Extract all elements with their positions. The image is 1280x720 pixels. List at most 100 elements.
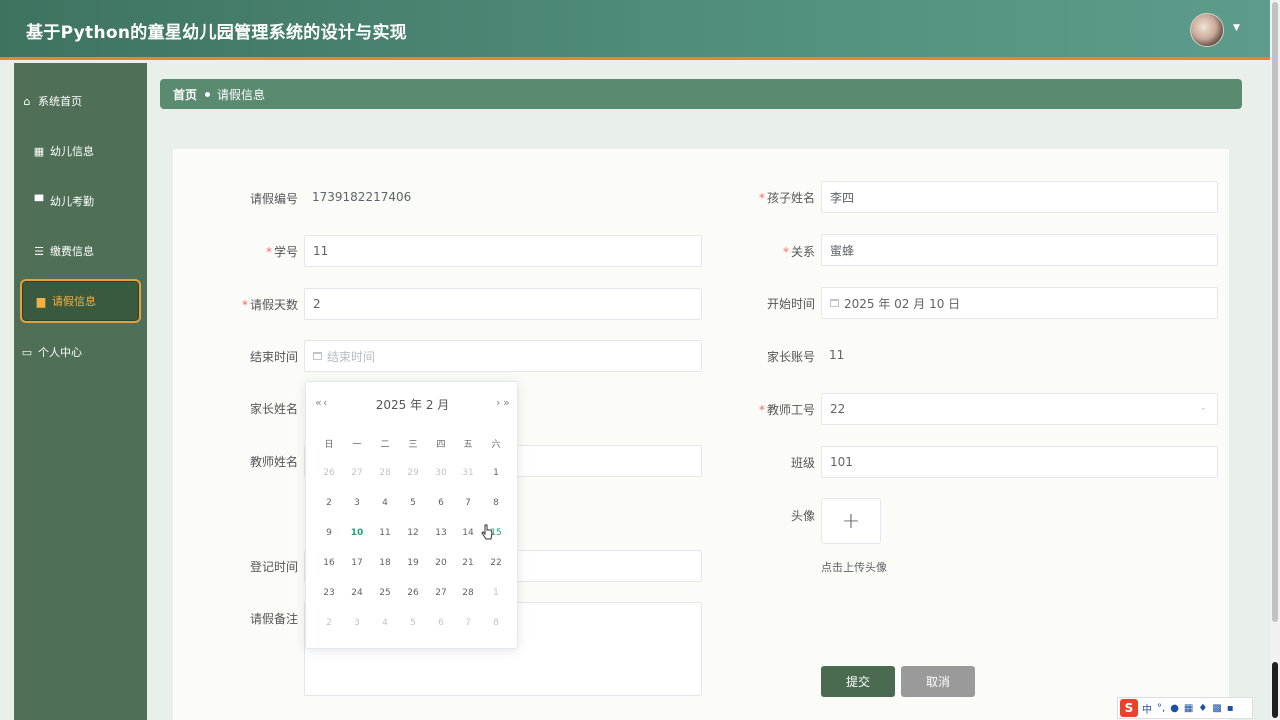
calendar-day[interactable]: 22	[482, 558, 510, 568]
breadcrumb-current: 请假信息	[217, 87, 266, 102]
calendar-day[interactable]: 3	[343, 498, 371, 508]
calendar-day[interactable]: 1	[482, 588, 510, 598]
calendar-day[interactable]: 8	[482, 618, 510, 628]
calendar-day[interactable]: 19	[399, 558, 427, 568]
sidebar-item-label: 个人中心	[38, 346, 82, 359]
calendar-day[interactable]: 1	[482, 468, 510, 478]
calendar-day[interactable]: 18	[371, 558, 399, 568]
toolbox-icon[interactable]: ▩	[1212, 703, 1221, 714]
calendar-day[interactable]: 6	[427, 498, 455, 508]
calendar-day[interactable]: 20	[427, 558, 455, 568]
calendar-day[interactable]: 8	[482, 498, 510, 508]
calendar-day[interactable]: 16	[315, 558, 343, 568]
calendar-day[interactable]: 12	[399, 528, 427, 538]
calendar-day[interactable]: 17	[343, 558, 371, 568]
date-picker-popup: « ‹ 2025 年 2 月 › » 日一二三四五六 26 27 28 29 30 31 1 2…	[305, 381, 518, 649]
end-time-picker[interactable]: 结束时间	[304, 340, 702, 372]
class-input[interactable]: 101	[821, 446, 1218, 478]
teacher-no-select[interactable]: 22 ⌄	[821, 393, 1218, 425]
calendar-day[interactable]: 27	[427, 588, 455, 598]
sidebar-item-payment[interactable]: ☰ 缴费信息	[20, 229, 141, 273]
next-year-button[interactable]: »	[503, 396, 510, 409]
teacher-no-label: * 教师工号	[705, 401, 815, 418]
avatar-upload-hint: 点击上传头像	[821, 561, 887, 574]
start-time-label-text: 开始时间	[766, 297, 815, 311]
calendar-day[interactable]: 23	[315, 588, 343, 598]
next-month-button[interactable]: ›	[496, 396, 500, 409]
required-mark: *	[758, 191, 765, 205]
punctuation-icon[interactable]: °,	[1157, 703, 1165, 714]
calendar-day[interactable]: 24	[343, 588, 371, 598]
calendar-day[interactable]: 28	[454, 588, 482, 598]
page-scrollbar[interactable]	[1270, 0, 1280, 720]
calendar-day[interactable]: 4	[371, 618, 399, 628]
calendar-day[interactable]: 28	[371, 468, 399, 478]
calendar-day[interactable]: 3	[343, 618, 371, 628]
calendar-day[interactable]: 7	[454, 498, 482, 508]
teacher-name-label: 教师姓名	[188, 453, 298, 470]
class-label: 班级	[705, 454, 815, 471]
calendar-day[interactable]: 6	[427, 618, 455, 628]
user-avatar[interactable]	[1190, 13, 1224, 47]
ime-mode[interactable]: 中	[1142, 701, 1152, 716]
weekday-header: 一	[352, 440, 362, 450]
chevron-down-icon: ⌄	[1199, 403, 1207, 413]
weekday-header: 三	[408, 440, 418, 450]
leave-no-label: 请假编号	[188, 190, 298, 207]
calendar-day[interactable]: 31	[454, 468, 482, 478]
calendar-day[interactable]: 26	[315, 468, 343, 478]
child-name-label-text: 孩子姓名	[766, 191, 815, 205]
top-header: 基于Python的童星幼儿园管理系统的设计与实现 ▼	[0, 0, 1270, 60]
relation-input[interactable]: 蜜蜂	[821, 234, 1218, 266]
student-no-label: * 学号	[188, 243, 298, 260]
sidebar-item-home[interactable]: ⌂ 系统首页	[20, 79, 141, 123]
child-name-label: * 孩子姓名	[705, 189, 815, 206]
calendar-day[interactable]: 5	[399, 618, 427, 628]
child-name-input[interactable]: 李四	[821, 181, 1218, 213]
sidebar-item-child-info[interactable]: ▦ 幼儿信息	[20, 129, 141, 173]
microphone-icon[interactable]: ●	[1170, 703, 1179, 714]
start-time-picker[interactable]: 2025 年 02 月 10 日	[821, 287, 1218, 319]
more-icon[interactable]: ▪	[1227, 703, 1234, 714]
calendar-day[interactable]: 21	[454, 558, 482, 568]
calendar-day[interactable]: 7	[454, 618, 482, 628]
skin-icon[interactable]: ♦	[1198, 703, 1207, 714]
calendar-day[interactable]: 11	[371, 528, 399, 538]
sidebar-item-leave[interactable]: ▆ 请假信息	[20, 279, 141, 323]
calendar-icon	[313, 352, 322, 360]
avatar-label: 头像	[705, 507, 815, 524]
calendar-day[interactable]: 14	[454, 528, 482, 538]
parent-name-label-text: 家长姓名	[249, 402, 298, 416]
calendar-day[interactable]: 25	[371, 588, 399, 598]
relation-label-text: 关系	[790, 245, 815, 259]
avatar-upload-button[interactable]: +	[821, 498, 881, 544]
keyboard-icon[interactable]: ▦	[1184, 703, 1193, 714]
sidebar-item-attendance[interactable]: ▀ 幼儿考勤	[20, 179, 141, 223]
calendar-day[interactable]: 26	[399, 588, 427, 598]
calendar-day[interactable]: 27	[343, 468, 371, 478]
required-mark: *	[782, 245, 789, 259]
calendar-day[interactable]: 30	[427, 468, 455, 478]
calendar-day[interactable]: 4	[371, 498, 399, 508]
calendar-day[interactable]: 2	[315, 498, 343, 508]
breadcrumb-home[interactable]: 首页	[173, 86, 197, 103]
calendar-day[interactable]: 29	[399, 468, 427, 478]
calendar-day[interactable]: 5	[399, 498, 427, 508]
teacher-no-value: 22	[830, 402, 846, 416]
cancel-button[interactable]: 取消	[901, 666, 975, 697]
calendar-day[interactable]: 10	[343, 528, 371, 538]
student-no-input[interactable]: 11	[304, 235, 702, 267]
remark-label-text: 请假备注	[249, 612, 298, 626]
ime-logo-icon[interactable]: S	[1120, 699, 1138, 717]
scrollbar-thumb[interactable]	[1272, 2, 1278, 622]
submit-button[interactable]: 提交	[821, 666, 895, 697]
leave-days-input[interactable]: 2	[304, 288, 702, 320]
remark-label: 请假备注	[188, 610, 298, 627]
calendar-day[interactable]: 9	[315, 528, 343, 538]
calendar-day[interactable]: 2	[315, 618, 343, 628]
sidebar-item-profile[interactable]: ▭ 个人中心	[20, 330, 141, 374]
monitor-icon: ▀	[34, 194, 44, 208]
calendar-icon	[830, 299, 839, 307]
calendar-day[interactable]: 13	[427, 528, 455, 538]
chevron-down-icon[interactable]: ▼	[1233, 23, 1240, 33]
